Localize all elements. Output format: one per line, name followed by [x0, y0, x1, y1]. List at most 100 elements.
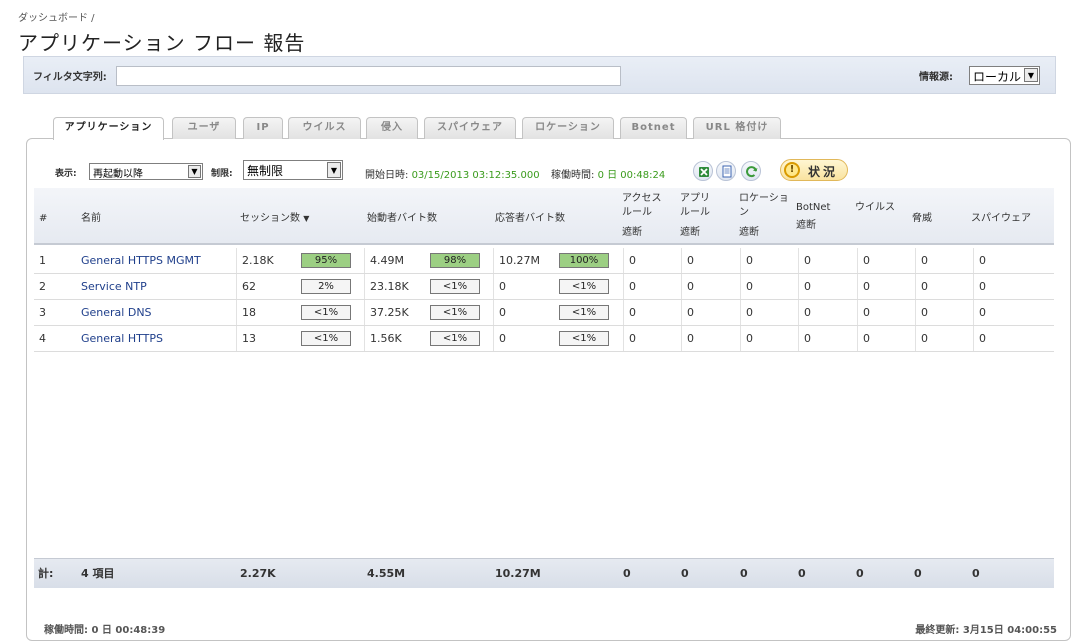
col-threat-header[interactable]: 脅威 — [912, 212, 932, 226]
source-select[interactable]: ローカル ▼ — [969, 66, 1040, 85]
responder-value: 10.27M — [499, 254, 540, 267]
app-link[interactable]: General DNS — [81, 306, 152, 319]
tab-url-rating[interactable]: URL 格付け — [693, 117, 781, 139]
row-location: 0 — [740, 248, 798, 273]
start-time: 開始日時: 03/15/2013 03:12:35.000 — [365, 166, 540, 181]
row-app: 0 — [681, 248, 740, 273]
filter-input[interactable] — [116, 66, 621, 86]
app-link[interactable]: General HTTPS MGMT — [81, 254, 201, 267]
col-spyware-header[interactable]: スパイウェア — [971, 212, 1031, 226]
col-location-line3: 遮断 — [739, 227, 759, 238]
sessions-value: 62 — [242, 280, 256, 293]
uptime: 稼働時間: 0 日 00:48:24 — [551, 166, 665, 181]
row-botnet: 0 — [798, 300, 857, 325]
col-location-header[interactable]: ロケーショ ン 遮断 — [739, 192, 789, 240]
tab-botnet[interactable]: Botnet — [620, 117, 687, 139]
table-row[interactable]: 4 General HTTPS 13 <1% 1.56K <1% 0 <1% 0 0 … — [34, 326, 1054, 352]
col-location-line2: ン — [739, 207, 749, 218]
tab-application[interactable]: アプリケーション — [53, 117, 164, 140]
limit-select[interactable]: 無制限 ▼ — [243, 160, 343, 180]
source-select-value: ローカル — [973, 70, 1022, 84]
initiator-value: 4.49M — [370, 254, 404, 267]
table-row[interactable]: 1 General HTTPS MGMT 2.18K 95% 4.49M 98% 1… — [34, 248, 1054, 274]
row-botnet: 0 — [798, 274, 857, 299]
totals-row: 計: 4 項目 2.27K 4.55M 10.27M 0 0 0 0 0 0 0 — [34, 558, 1054, 588]
row-num: 1 — [39, 254, 46, 267]
footer-uptime: 稼働時間: 0 日 00:48:39 — [44, 625, 166, 636]
totals-spyware: 0 — [972, 567, 980, 580]
row-location: 0 — [740, 326, 798, 351]
refresh-icon[interactable] — [741, 161, 761, 181]
col-sessions-label: セッション数 — [240, 213, 300, 224]
totals-access: 0 — [623, 567, 631, 580]
excel-export-icon[interactable] — [693, 161, 713, 181]
row-location: 0 — [740, 274, 798, 299]
tab-ip[interactable]: IP — [243, 117, 283, 139]
tab-user[interactable]: ユーザ — [172, 117, 236, 139]
grid-header: # 名前 セッション数 ▼ 始動者バイト数 応答者バイト数 アクセス ルール 遮… — [34, 188, 1054, 245]
col-sessions-header[interactable]: セッション数 ▼ — [240, 212, 309, 226]
responder-value: 0 — [499, 306, 506, 319]
tab-spyware[interactable]: スパイウェア — [424, 117, 516, 139]
table-row[interactable]: 3 General DNS 18 <1% 37.25K <1% 0 <1% 0 0 0… — [34, 300, 1054, 326]
col-app-line2: ルール — [680, 207, 710, 218]
breadcrumb[interactable]: ダッシュボード / — [18, 9, 95, 24]
row-access: 0 — [623, 326, 681, 351]
chevron-down-icon: ▼ — [1024, 68, 1038, 82]
filter-label: フィルタ文字列: — [33, 72, 107, 83]
status-button[interactable]: ! 状況 — [780, 159, 848, 181]
col-access-line3: 遮断 — [622, 227, 642, 238]
col-botnet-line2: 遮断 — [796, 220, 816, 231]
initiator-pct: <1% — [430, 279, 480, 294]
totals-virus: 0 — [856, 567, 864, 580]
tab-location[interactable]: ロケーション — [522, 117, 614, 139]
totals-location: 0 — [740, 567, 748, 580]
display-select[interactable]: 再起動以降 ▼ — [89, 163, 203, 180]
col-name-header[interactable]: 名前 — [81, 212, 101, 226]
sessions-pct: 95% — [301, 253, 351, 268]
sessions-value: 13 — [242, 332, 256, 345]
row-spyware: 0 — [973, 248, 1054, 273]
row-threat: 0 — [915, 248, 973, 273]
col-virus-header[interactable]: ウイルス — [855, 201, 895, 215]
chevron-down-icon: ▼ — [188, 165, 201, 178]
limit-label: 制限: — [211, 169, 233, 179]
col-botnet-header[interactable]: BotNet 遮断 — [796, 201, 830, 233]
col-initiator-header[interactable]: 始動者バイト数 — [367, 212, 437, 226]
row-responder: 0 <1% — [493, 274, 623, 299]
row-virus: 0 — [857, 326, 915, 351]
col-app-line1: アプリ — [680, 193, 710, 204]
col-access-line2: ルール — [622, 207, 652, 218]
col-responder-header[interactable]: 応答者バイト数 — [495, 212, 565, 226]
row-app: 0 — [681, 274, 740, 299]
initiator-pct: 98% — [430, 253, 480, 268]
col-access-header[interactable]: アクセス ルール 遮断 — [622, 192, 662, 240]
app-link[interactable]: Service NTP — [81, 280, 147, 293]
totals-count: 4 項目 — [81, 567, 115, 580]
row-virus: 0 — [857, 274, 915, 299]
table-row[interactable]: 2 Service NTP 62 2% 23.18K <1% 0 <1% 0 0 0 … — [34, 274, 1054, 300]
tab-virus[interactable]: ウイルス — [288, 117, 361, 139]
tab-intrusion[interactable]: 侵入 — [366, 117, 418, 139]
row-sessions: 18 <1% — [236, 300, 364, 325]
app-link[interactable]: General HTTPS — [81, 332, 163, 345]
row-location: 0 — [740, 300, 798, 325]
initiator-pct: <1% — [430, 305, 480, 320]
col-num-header[interactable]: # — [39, 212, 47, 226]
start-time-label: 開始日時: — [365, 170, 409, 181]
responder-value: 0 — [499, 280, 506, 293]
row-threat: 0 — [915, 300, 973, 325]
responder-pct: <1% — [559, 331, 609, 346]
row-sessions: 13 <1% — [236, 326, 364, 351]
sessions-pct: <1% — [301, 305, 351, 320]
row-app: 0 — [681, 326, 740, 351]
limit-select-value: 無制限 — [247, 164, 284, 178]
source-label: 情報源: — [919, 72, 953, 83]
responder-pct: <1% — [559, 279, 609, 294]
row-initiator: 23.18K <1% — [364, 274, 493, 299]
col-app-header[interactable]: アプリ ルール 遮断 — [680, 192, 710, 240]
document-icon[interactable] — [716, 161, 736, 181]
uptime-label: 稼働時間: — [551, 170, 595, 181]
row-spyware: 0 — [973, 274, 1054, 299]
initiator-value: 1.56K — [370, 332, 402, 345]
